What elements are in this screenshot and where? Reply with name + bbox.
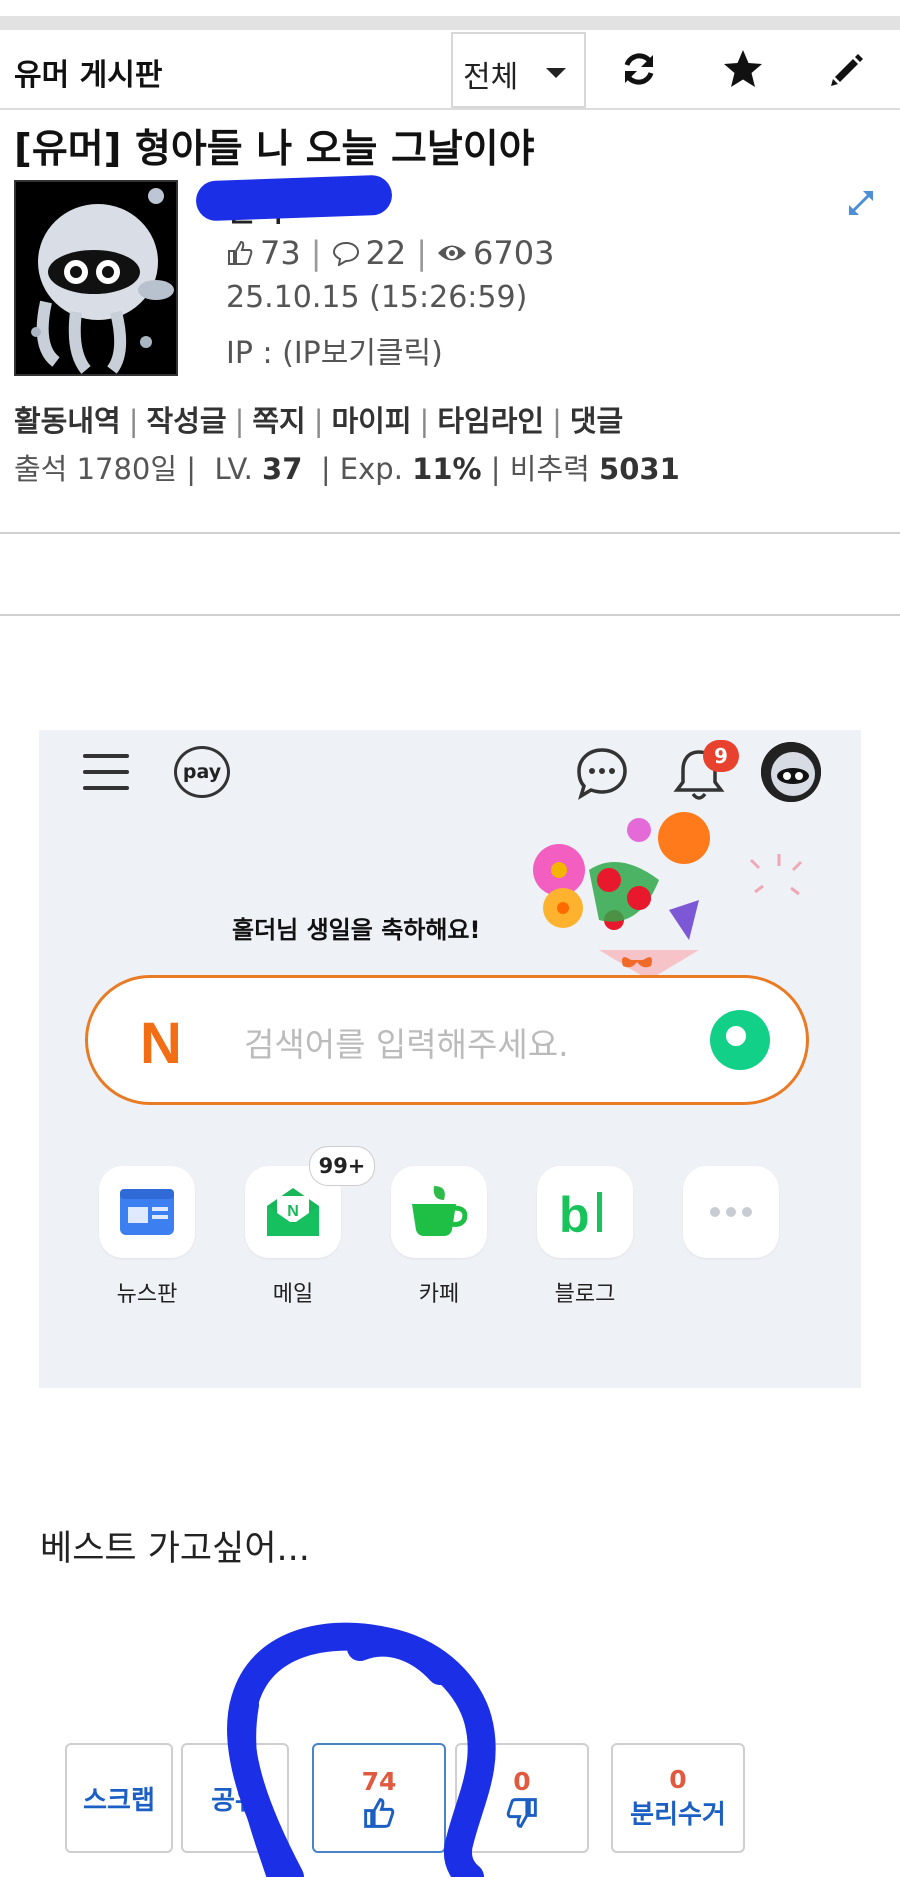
upvote-button[interactable]: 74 bbox=[312, 1743, 446, 1853]
comment-icon bbox=[332, 241, 359, 266]
refresh-icon bbox=[624, 53, 654, 85]
nonrec-value: 5031 bbox=[599, 452, 680, 486]
divider-line bbox=[0, 614, 900, 616]
scrap-label: 스크랩 bbox=[83, 1785, 155, 1816]
favorite-button[interactable] bbox=[698, 36, 788, 102]
view-count: 6703 bbox=[473, 234, 555, 272]
cafe-tile bbox=[391, 1166, 487, 1258]
robot-avatar-image bbox=[16, 182, 176, 374]
search-go-icon bbox=[710, 1010, 770, 1070]
divider: | bbox=[416, 234, 427, 272]
expand-icon bbox=[848, 190, 874, 216]
exp-label: | Exp. bbox=[320, 452, 403, 486]
link-activity[interactable]: 활동내역 bbox=[14, 404, 121, 438]
redaction-scribble bbox=[195, 174, 393, 222]
news-tile bbox=[99, 1166, 195, 1258]
svg-text:N: N bbox=[287, 1203, 299, 1220]
link-posts[interactable]: 작성글 bbox=[147, 404, 227, 438]
filter-value: 전체 bbox=[463, 60, 519, 95]
mail-count-badge: 99+ bbox=[309, 1146, 375, 1186]
post-stats: 73 | 22 | 6703 bbox=[226, 234, 554, 272]
chevron-down-icon bbox=[546, 68, 566, 78]
board-title[interactable]: 유머 게시판 bbox=[14, 50, 162, 94]
scrap-button[interactable]: 스크랩 bbox=[65, 1743, 173, 1853]
author-meta: 출석 1780일 | LV. 37 | Exp. 11% | 비추력 5031 bbox=[14, 446, 680, 488]
cafe-icon bbox=[412, 1186, 468, 1236]
comment-count: 22 bbox=[365, 234, 407, 272]
author-avatar[interactable] bbox=[14, 180, 178, 376]
shortcut-label-mail: 메일 bbox=[272, 1282, 314, 1307]
more-icon bbox=[710, 1207, 752, 1217]
pencil-icon bbox=[831, 54, 863, 86]
chat-icon bbox=[577, 748, 627, 800]
svg-text:b: b bbox=[559, 1187, 590, 1238]
shortcut-label-cafe: 카페 bbox=[418, 1282, 460, 1307]
separate-button[interactable]: 0 분리수거 bbox=[611, 1743, 745, 1853]
link-message[interactable]: 쪽지 bbox=[252, 404, 305, 438]
birthday-message: 홀더님 생일을 축하해요! bbox=[232, 916, 481, 944]
top-strip bbox=[0, 0, 900, 30]
share-button[interactable]: 공유 bbox=[181, 1743, 289, 1853]
more-tile bbox=[683, 1166, 779, 1258]
search-placeholder: 검색어를 입력해주세요. bbox=[244, 1025, 569, 1064]
embedded-screenshot: pay 9 홀더님 생일을 축하해요! N 검색어를 입력해주세요. N 99+… bbox=[39, 730, 861, 1388]
post-date: 25.10.15 (15:26:59) bbox=[226, 280, 528, 315]
thumbs-up-icon bbox=[364, 1797, 395, 1828]
level-value: 37 bbox=[262, 452, 303, 486]
profile-avatar bbox=[761, 742, 821, 802]
separate-count: 0 bbox=[669, 1765, 687, 1794]
robot-avatar-image bbox=[761, 742, 821, 802]
eye-icon bbox=[438, 245, 466, 261]
post-body-text: 베스트 가고싶어... bbox=[40, 1529, 310, 1569]
exp-value: 11% bbox=[412, 452, 482, 486]
downvote-button[interactable]: 0 bbox=[455, 1743, 589, 1853]
share-label: 공유 bbox=[211, 1785, 259, 1816]
attendance: 출석 1780일 | bbox=[14, 452, 197, 486]
link-mypi[interactable]: 마이피 bbox=[332, 404, 412, 438]
naver-logo: N bbox=[140, 1011, 182, 1076]
expand-button[interactable] bbox=[846, 188, 876, 222]
nonrec-label: | 비추력 bbox=[490, 452, 590, 486]
divider: | bbox=[310, 234, 322, 272]
thumbs-up-icon bbox=[228, 240, 253, 265]
refresh-button[interactable] bbox=[594, 36, 684, 102]
like-count: 73 bbox=[260, 234, 301, 272]
bouquet-illustration bbox=[533, 812, 803, 980]
downvote-count: 0 bbox=[513, 1766, 531, 1796]
thumbs-down-icon bbox=[506, 1797, 537, 1828]
divider-line bbox=[0, 532, 900, 534]
separate-label: 분리수거 bbox=[630, 1800, 726, 1830]
ip-link[interactable]: IP : (IP보기클릭) bbox=[226, 328, 443, 372]
filter-select[interactable]: 전체 bbox=[451, 32, 586, 108]
write-button[interactable] bbox=[802, 36, 892, 102]
upvote-count: 74 bbox=[361, 1766, 397, 1796]
news-icon bbox=[120, 1189, 174, 1235]
link-timeline[interactable]: 타임라인 bbox=[437, 404, 544, 438]
link-comments[interactable]: 댓글 bbox=[570, 404, 623, 438]
notification-badge: 9 bbox=[703, 740, 739, 772]
blog-tile: b bbox=[537, 1166, 633, 1258]
post-title: [유머] 형아들 나 오늘 그날이야 bbox=[14, 127, 535, 172]
mail-icon: N bbox=[267, 1188, 319, 1236]
star-icon bbox=[724, 50, 762, 87]
search-box: N 검색어를 입력해주세요. bbox=[85, 975, 809, 1105]
board-header: 유머 게시판 전체 bbox=[0, 30, 900, 110]
pay-icon: pay bbox=[174, 746, 230, 798]
level-label: LV. bbox=[214, 452, 253, 486]
menu-icon bbox=[83, 754, 129, 794]
shortcut-label-blog: 블로그 bbox=[554, 1282, 616, 1307]
shortcut-label-news: 뉴스판 bbox=[116, 1282, 178, 1307]
blog-icon: b bbox=[559, 1187, 602, 1238]
author-links: 활동내역 | 작성글 | 쪽지 | 마이피 | 타임라인 | 댓글 bbox=[14, 404, 624, 438]
